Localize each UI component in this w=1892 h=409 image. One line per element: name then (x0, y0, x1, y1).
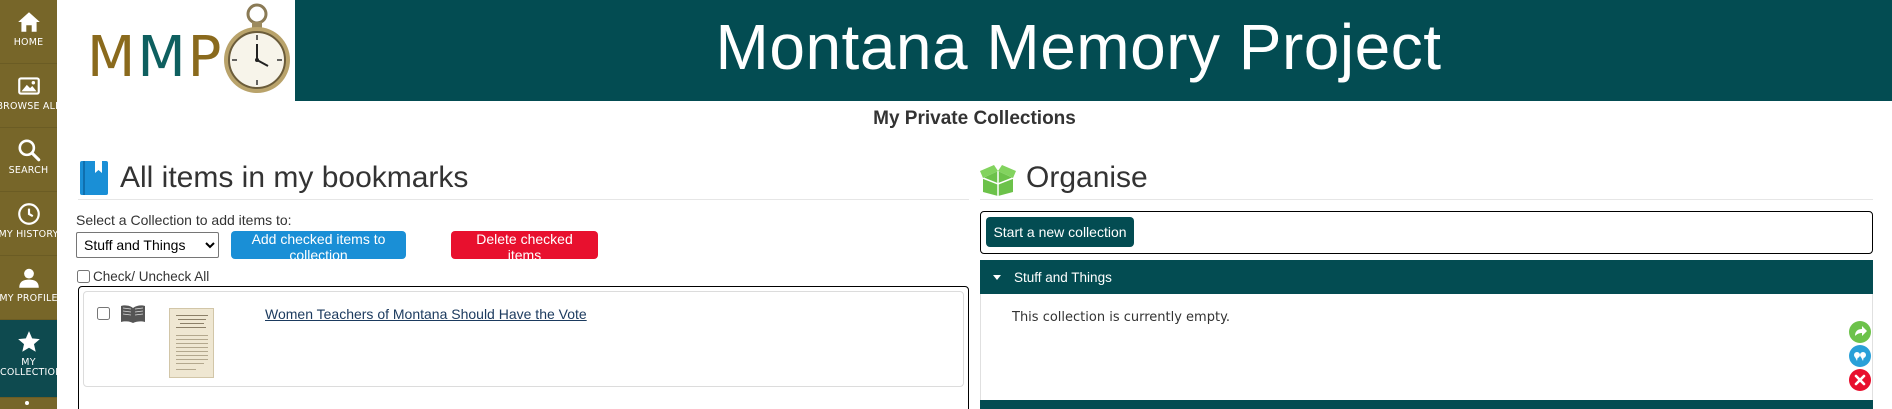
empty-collection-message: This collection is currently empty. (1012, 310, 1231, 325)
collection-accordion-body: This collection is currently empty. (980, 294, 1873, 400)
page-title: My Private Collections (873, 108, 1076, 129)
star-icon (17, 331, 40, 352)
clock-icon (17, 203, 40, 225)
logo-letters: MMP (87, 28, 223, 88)
sidebar-item-browse-all[interactable]: BROWSE ALL (0, 64, 57, 128)
bookmark-book-icon (80, 161, 108, 195)
sidebar-item-my-profile[interactable]: MY PROFILE (0, 256, 57, 320)
sidebar-item-my-history[interactable]: MY HISTORY (0, 192, 57, 256)
sidebar-item-label: MY HISTORY (0, 229, 57, 240)
sidebar-item-label: SEARCH (8, 165, 49, 176)
sidebar-item-label: MY COLLECTION (0, 357, 57, 378)
collection-accordion-header[interactable]: Stuff and Things (980, 260, 1873, 294)
item-title-link[interactable]: Women Teachers of Montana Should Have th… (265, 306, 587, 322)
site-logo[interactable]: MMP (57, 0, 295, 101)
check-all-toggle[interactable]: Check/ Uncheck All (77, 269, 209, 284)
box-icon (980, 165, 1016, 196)
new-collection-container: Start a new collection (980, 211, 1873, 254)
logo-letter: M (87, 25, 138, 90)
divider (78, 199, 969, 200)
sidebar-item-search[interactable]: SEARCH (0, 128, 57, 192)
sidebar-item-label: BROWSE ALL (0, 101, 57, 112)
divider (980, 199, 1873, 200)
quote-icon[interactable] (1849, 345, 1871, 367)
search-icon (17, 139, 40, 162)
sidebar-item-label: MY PROFILE (0, 293, 57, 304)
check-all-label: Check/ Uncheck All (93, 269, 210, 284)
logo-letter: P (187, 25, 224, 90)
organise-heading: Organise (980, 159, 1148, 197)
logo-letter: M (137, 25, 188, 90)
sidebar-item-home[interactable]: HOME (0, 0, 57, 64)
list-item: Women Teachers of Montana Should Have th… (83, 291, 964, 387)
item-thumbnail[interactable] (169, 308, 214, 378)
image-icon (17, 77, 40, 95)
collection-name: Stuff and Things (1014, 269, 1112, 285)
delete-collection-icon[interactable] (1849, 369, 1871, 391)
start-new-collection-button[interactable]: Start a new collection (986, 217, 1134, 247)
home-icon (17, 12, 40, 32)
organise-title: Organise (1026, 161, 1148, 194)
caret-down-icon (993, 274, 1001, 280)
sidebar: HOME BROWSE ALL SEARCH MY HISTORY MY PRO… (0, 0, 57, 409)
open-book-icon (121, 305, 145, 323)
share-icon[interactable] (1849, 321, 1871, 343)
check-all-checkbox[interactable] (77, 270, 90, 283)
collection-select[interactable]: Stuff and Things (76, 232, 219, 258)
site-banner: Montana Memory Project (295, 0, 1892, 101)
pocket-watch-icon (224, 3, 290, 93)
more-indicator (25, 401, 29, 405)
bookmarks-title: All items in my bookmarks (120, 161, 469, 194)
site-title: Montana Memory Project (715, 10, 1442, 83)
bookmark-items-list: Women Teachers of Montana Should Have th… (78, 286, 969, 409)
add-to-collection-button[interactable]: Add checked items to collection (231, 231, 406, 263)
sidebar-item-my-collection[interactable]: MY COLLECTION (0, 320, 57, 398)
bookmarks-heading: All items in my bookmarks (78, 159, 468, 197)
delete-checked-button[interactable]: Delete checked items (451, 231, 598, 263)
item-checkbox[interactable] (97, 307, 110, 320)
user-icon (18, 268, 39, 288)
collection-select-label: Select a Collection to add items to: (76, 212, 292, 228)
sidebar-item-label: HOME (13, 37, 44, 48)
next-accordion-header[interactable] (980, 400, 1873, 409)
